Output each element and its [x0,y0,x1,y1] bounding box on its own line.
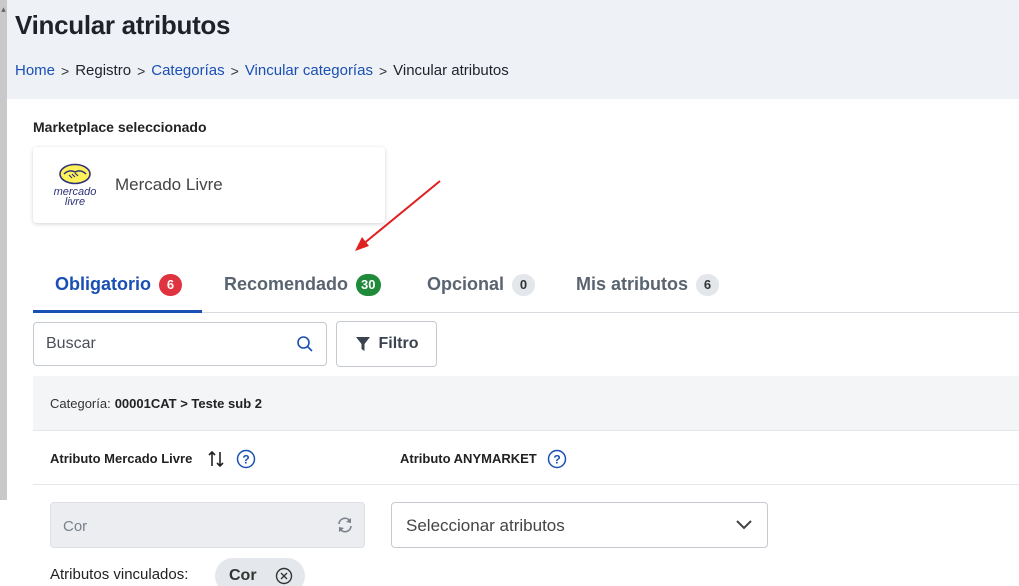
marketplace-card: mercado livre Mercado Livre [33,147,385,223]
annotation-arrow-icon [355,180,441,251]
filter-funnel-icon [355,337,370,351]
table-header: Atributo Mercado Livre ? Atributo ANYMAR… [33,430,1019,485]
search-icon[interactable] [296,335,314,353]
tab-mis-atributos[interactable]: Mis atributos 6 [576,256,720,313]
count-badge: 0 [512,273,536,296]
marketplace-attribute-field: Cor [50,502,365,548]
close-icon[interactable] [275,567,293,585]
breadcrumb-categorias[interactable]: Categorías [151,62,224,79]
logo-wordmark: mercado livre [53,186,97,208]
tab-obligatorio[interactable]: Obligatorio 6 [55,256,182,313]
sort-icon[interactable] [206,449,226,469]
active-tab-indicator [33,310,202,313]
select-placeholder: Seleccionar atributos [406,516,565,535]
page-scrollbar[interactable]: ▴ [0,0,7,500]
category-label: Categoría: [50,395,111,411]
svg-text:?: ? [553,452,560,466]
search-field[interactable] [33,322,327,366]
count-badge: 6 [159,273,182,296]
chevron-right-icon: > [378,62,388,79]
column-header-marketplace: Atributo Mercado Livre ? [50,431,256,486]
count-badge: 30 [356,273,381,296]
chevron-down-icon [736,520,752,530]
column-header-anymarket: Atributo ANYMARKET ? [400,431,567,486]
category-bar: Categoría: 00001CAT > Teste sub 2 [33,376,1019,430]
scroll-up-icon[interactable]: ▴ [0,4,7,14]
attribute-tabs: Obligatorio 6 Recomendado 30 Opcional 0 … [33,256,1019,313]
svg-text:?: ? [243,452,250,466]
tab-opcional[interactable]: Opcional 0 [427,256,536,313]
handshake-logo-icon [59,163,91,185]
page-header: Vincular atributos Home > Registro > Cat… [7,0,1019,99]
marketplace-name: Mercado Livre [115,175,223,194]
linked-attributes-label: Atributos vinculados: [50,566,189,583]
marketplace-section-label: Marketplace seleccionado [33,119,207,135]
refresh-icon[interactable] [336,516,354,534]
marketplace-attribute-value: Cor [63,518,88,535]
search-input[interactable] [46,335,286,353]
chevron-right-icon: > [61,62,70,79]
anymarket-attribute-select[interactable]: Seleccionar atributos [391,502,768,548]
category-value: 00001CAT > Teste sub 2 [114,395,262,411]
breadcrumb-home[interactable]: Home [15,62,55,79]
breadcrumb-registro: Registro [75,62,132,79]
linked-attribute-chip: Cor [215,558,305,586]
breadcrumb: Home > Registro > Categorías > Vincular … [15,62,509,79]
chevron-right-icon: > [230,62,239,79]
breadcrumb-current: Vincular atributos [393,62,509,79]
page-title: Vincular atributos [15,10,231,40]
chevron-right-icon: > [137,62,146,79]
mercado-livre-logo: mercado livre [47,163,103,208]
breadcrumb-vincular-categorias[interactable]: Vincular categorías [245,62,373,79]
count-badge: 6 [696,273,720,296]
help-icon[interactable]: ? [236,449,256,469]
tab-recomendado[interactable]: Recomendado 30 [224,256,381,313]
help-icon[interactable]: ? [547,449,567,469]
filter-button[interactable]: Filtro [336,321,437,367]
